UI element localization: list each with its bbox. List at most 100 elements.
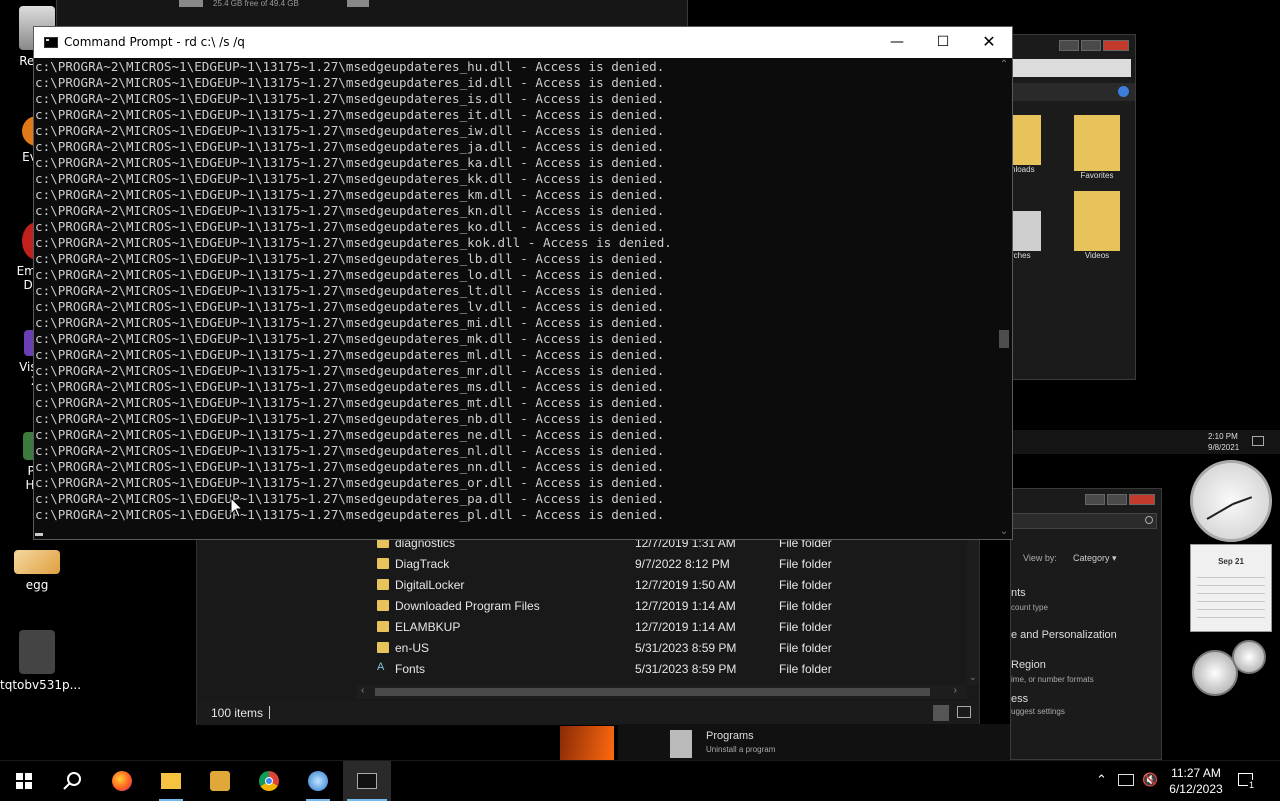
notification-icon bbox=[1252, 436, 1264, 446]
scroll-thumb[interactable] bbox=[999, 330, 1009, 348]
window-title: Command Prompt - rd c:\ /s /q bbox=[64, 35, 245, 49]
desktop-icon-tqtobv[interactable]: tqtobv531p... bbox=[0, 630, 82, 692]
start-button[interactable] bbox=[0, 761, 48, 801]
calendar-gadget[interactable]: Sep 21 bbox=[1190, 544, 1272, 632]
file-row[interactable]: DigitalLocker 12/7/2019 1:50 AM File folde… bbox=[357, 575, 977, 596]
view-by-dropdown[interactable]: Category ▾ bbox=[1073, 553, 1117, 564]
minimize-icon[interactable] bbox=[1059, 40, 1079, 51]
minimize-icon[interactable] bbox=[1085, 494, 1105, 505]
search-button[interactable] bbox=[48, 761, 96, 801]
system-clock[interactable]: 11:27 AM 6/12/2023 bbox=[1166, 765, 1226, 797]
minimize-button[interactable]: — bbox=[874, 27, 920, 58]
folder-icon bbox=[1011, 211, 1041, 251]
programs-icon bbox=[670, 730, 692, 758]
console-scrollbar[interactable]: ⌃ ⌄ bbox=[996, 58, 1012, 539]
maximize-button[interactable]: ☐ bbox=[920, 27, 966, 58]
desktop-icon-egg[interactable]: egg bbox=[0, 550, 74, 592]
cp-item-title[interactable]: nts bbox=[1011, 587, 1026, 599]
file-date-modified: 9/7/2022 8:12 PM bbox=[635, 557, 730, 571]
control-panel-window[interactable]: View by: Category ▾ nts count type e and… bbox=[1010, 488, 1162, 760]
taskbar-globe-app[interactable] bbox=[294, 761, 342, 801]
file-type: File folder bbox=[779, 641, 832, 655]
file-row[interactable]: en-US 5/31/2023 8:59 PM File folder bbox=[357, 638, 977, 659]
command-prompt-icon bbox=[44, 37, 58, 48]
cp-item-sub[interactable]: ime, or number formats bbox=[1011, 675, 1094, 684]
file-row[interactable]: DiagTrack 9/7/2022 8:12 PM File folder bbox=[357, 554, 977, 575]
console-output[interactable]: c:\PROGRA~2\MICROS~1\EDGEUP~1\13175~1.27… bbox=[34, 58, 996, 539]
show-hidden-icons-icon[interactable]: ⌃ bbox=[1096, 772, 1107, 788]
maximize-icon[interactable] bbox=[1081, 40, 1101, 51]
network-icon[interactable] bbox=[1118, 774, 1134, 786]
desktop-icon-label: tqtobv531p... bbox=[0, 678, 82, 692]
close-icon[interactable] bbox=[1129, 494, 1155, 505]
taskbar-media-player[interactable] bbox=[196, 761, 244, 801]
taskbar-chrome[interactable] bbox=[245, 761, 293, 801]
help-icon[interactable] bbox=[1118, 86, 1129, 97]
scroll-right-arrow-icon[interactable]: › bbox=[954, 685, 957, 696]
file-row[interactable]: A Fonts 5/31/2023 8:59 PM File folder bbox=[357, 659, 977, 680]
cp-item-title[interactable]: e and Personalization bbox=[1011, 629, 1117, 641]
file-name: Fonts bbox=[395, 662, 426, 676]
close-icon[interactable] bbox=[1103, 40, 1129, 51]
clock-time: 11:27 AM bbox=[1171, 766, 1221, 780]
cp-item-sub[interactable]: uggest settings bbox=[1011, 707, 1065, 716]
horizontal-scrollbar[interactable]: ‹ › bbox=[357, 685, 967, 699]
scroll-down-arrow-icon[interactable]: ⌄ bbox=[969, 672, 977, 683]
cpu-meter-gadget[interactable] bbox=[1192, 640, 1272, 700]
file-date-modified: 5/31/2023 8:59 PM bbox=[635, 641, 737, 655]
console-line: c:\PROGRA~2\MICROS~1\EDGEUP~1\13175~1.27… bbox=[35, 187, 665, 202]
console-line: c:\PROGRA~2\MICROS~1\EDGEUP~1\13175~1.27… bbox=[35, 123, 665, 138]
console-line: c:\PROGRA~2\MICROS~1\EDGEUP~1\13175~1.27… bbox=[35, 427, 665, 442]
favorites-folder[interactable]: Favorites bbox=[1067, 115, 1127, 185]
taskbar-file-explorer[interactable] bbox=[147, 761, 195, 801]
taskbar-command-prompt[interactable] bbox=[343, 761, 391, 801]
notification-center-button[interactable]: 1 bbox=[1236, 771, 1256, 791]
window-controls[interactable] bbox=[1059, 40, 1129, 51]
file-date-modified: 12/7/2019 1:50 AM bbox=[635, 578, 736, 592]
close-button[interactable]: ✕ bbox=[966, 27, 1012, 58]
programs-sub[interactable]: Uninstall a program bbox=[706, 745, 775, 754]
console-line: c:\PROGRA~2\MICROS~1\EDGEUP~1\13175~1.27… bbox=[35, 443, 665, 458]
console-line: c:\PROGRA~2\MICROS~1\EDGEUP~1\13175~1.27… bbox=[35, 107, 665, 122]
downloads-folder[interactable]: nloads bbox=[1011, 115, 1051, 185]
vertical-scrollbar[interactable]: ⌄ bbox=[967, 531, 979, 685]
details-view-icon[interactable] bbox=[933, 705, 949, 721]
folder-icon bbox=[377, 642, 389, 653]
console-line: c:\PROGRA~2\MICROS~1\EDGEUP~1\13175~1.27… bbox=[35, 507, 665, 522]
scroll-thumb[interactable] bbox=[375, 688, 930, 696]
scroll-left-arrow-icon[interactable]: ‹ bbox=[361, 685, 364, 696]
folder-icon bbox=[1074, 191, 1120, 251]
libraries-window[interactable]: nloads Favorites rches Videos bbox=[1010, 34, 1136, 380]
file-name: Downloaded Program Files bbox=[395, 599, 540, 613]
taskbar-firefox[interactable] bbox=[98, 761, 146, 801]
volume-muted-icon[interactable]: 🔇 bbox=[1142, 772, 1158, 788]
maximize-icon[interactable] bbox=[1107, 494, 1127, 505]
videos-folder[interactable]: Videos bbox=[1067, 191, 1127, 271]
file-row[interactable]: Downloaded Program Files 12/7/2019 1:14 A… bbox=[357, 596, 977, 617]
large-icons-view-icon[interactable] bbox=[957, 706, 971, 718]
scroll-down-arrow-icon[interactable]: ⌄ bbox=[999, 527, 1009, 537]
address-bar[interactable] bbox=[1011, 59, 1131, 77]
window-controls[interactable] bbox=[1085, 494, 1155, 505]
search-box[interactable] bbox=[1011, 513, 1157, 529]
folder-icon bbox=[377, 558, 389, 569]
console-line: c:\PROGRA~2\MICROS~1\EDGEUP~1\13175~1.27… bbox=[35, 395, 665, 410]
item-count: 100 items bbox=[211, 706, 264, 720]
programs-title[interactable]: Programs bbox=[706, 730, 754, 742]
programs-item[interactable]: Programs Uninstall a program bbox=[618, 724, 1010, 760]
clock-gadget[interactable] bbox=[1190, 460, 1272, 542]
searches-folder[interactable]: rches bbox=[1011, 211, 1051, 271]
cp-item-title[interactable]: Region bbox=[1011, 659, 1046, 671]
egg-image-icon bbox=[14, 550, 60, 574]
cp-item-title[interactable]: ess bbox=[1011, 693, 1028, 705]
media-player-icon bbox=[210, 771, 230, 791]
file-type: File folder bbox=[779, 557, 832, 571]
title-bar[interactable]: Command Prompt - rd c:\ /s /q — ☐ ✕ bbox=[34, 27, 1012, 58]
cp-item-sub[interactable]: count type bbox=[1011, 603, 1048, 612]
file-type: File folder bbox=[779, 599, 832, 613]
file-row[interactable]: ELAMBKUP 12/7/2019 1:14 AM File folder bbox=[357, 617, 977, 638]
console-line: c:\PROGRA~2\MICROS~1\EDGEUP~1\13175~1.27… bbox=[35, 155, 665, 170]
command-prompt-window[interactable]: Command Prompt - rd c:\ /s /q — ☐ ✕ c:\P… bbox=[33, 26, 1013, 540]
scroll-up-arrow-icon[interactable]: ⌃ bbox=[999, 60, 1009, 70]
folder-label: Videos bbox=[1084, 251, 1110, 260]
